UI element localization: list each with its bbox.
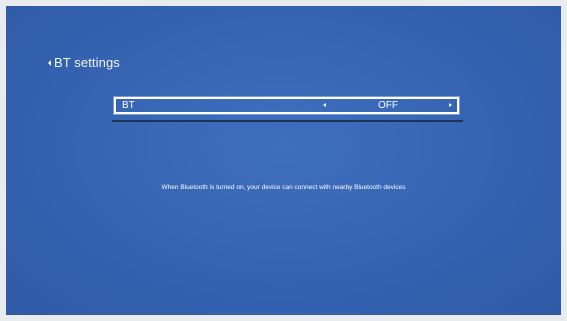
chevron-left-icon [48, 59, 51, 66]
caret-left-icon[interactable] [323, 103, 326, 107]
info-text: When Bluetooth is turned on, your device… [161, 184, 406, 191]
bt-toggle-row[interactable]: BT OFF [114, 97, 459, 114]
divider [112, 120, 463, 122]
page-title: BT settings [54, 55, 120, 70]
bt-label: BT [122, 100, 135, 111]
caret-right-icon[interactable] [449, 103, 452, 107]
tv-screen: BT settings BT OFF When Bluetooth is tur… [6, 6, 561, 315]
bt-value: OFF [378, 100, 398, 111]
back-button[interactable]: BT settings [48, 55, 120, 70]
